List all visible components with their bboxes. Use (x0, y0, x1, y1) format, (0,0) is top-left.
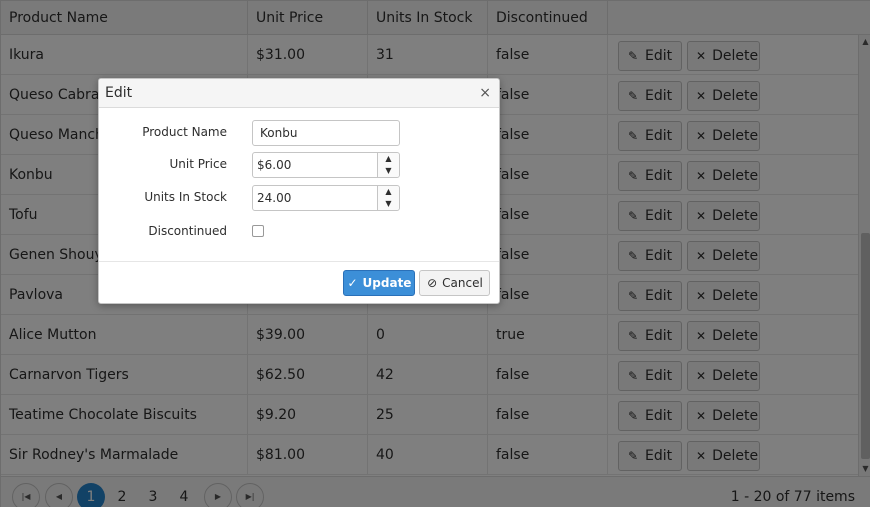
units-in-stock-value: 24.00 (257, 191, 292, 205)
decrease-arrow-icon[interactable]: ▼ (378, 165, 399, 177)
unit-price-value: $6.00 (257, 158, 292, 172)
close-icon[interactable]: × (479, 79, 491, 108)
product-name-label: Product Name (142, 125, 227, 139)
product-name-input[interactable]: Konbu (252, 120, 400, 146)
units-in-stock-spinner[interactable]: ▲ ▼ (377, 186, 399, 210)
update-label: Update (362, 276, 412, 290)
dialog-title-text: Edit (105, 85, 133, 101)
cancel-icon: ⊘ (427, 276, 438, 290)
units-in-stock-input[interactable]: 24.00 ▲ ▼ (252, 185, 400, 211)
cancel-label: Cancel (442, 276, 483, 290)
dialog-footer: ✓ Update ⊘ Cancel (99, 261, 499, 303)
discontinued-label: Discontinued (148, 224, 227, 238)
increase-arrow-icon[interactable]: ▲ (378, 153, 399, 165)
dialog-title: Edit (99, 79, 499, 108)
edit-dialog: Edit × Product Name Konbu Unit Price $6.… (98, 78, 500, 304)
unit-price-spinner[interactable]: ▲ ▼ (377, 153, 399, 177)
check-icon: ✓ (347, 276, 358, 290)
units-in-stock-label: Units In Stock (144, 190, 227, 204)
decrease-arrow-icon[interactable]: ▼ (378, 198, 399, 210)
update-button[interactable]: ✓ Update (343, 270, 415, 296)
unit-price-input[interactable]: $6.00 ▲ ▼ (252, 152, 400, 178)
cancel-button[interactable]: ⊘ Cancel (419, 270, 490, 296)
unit-price-label: Unit Price (169, 157, 227, 171)
increase-arrow-icon[interactable]: ▲ (378, 186, 399, 198)
discontinued-checkbox[interactable] (252, 225, 264, 237)
